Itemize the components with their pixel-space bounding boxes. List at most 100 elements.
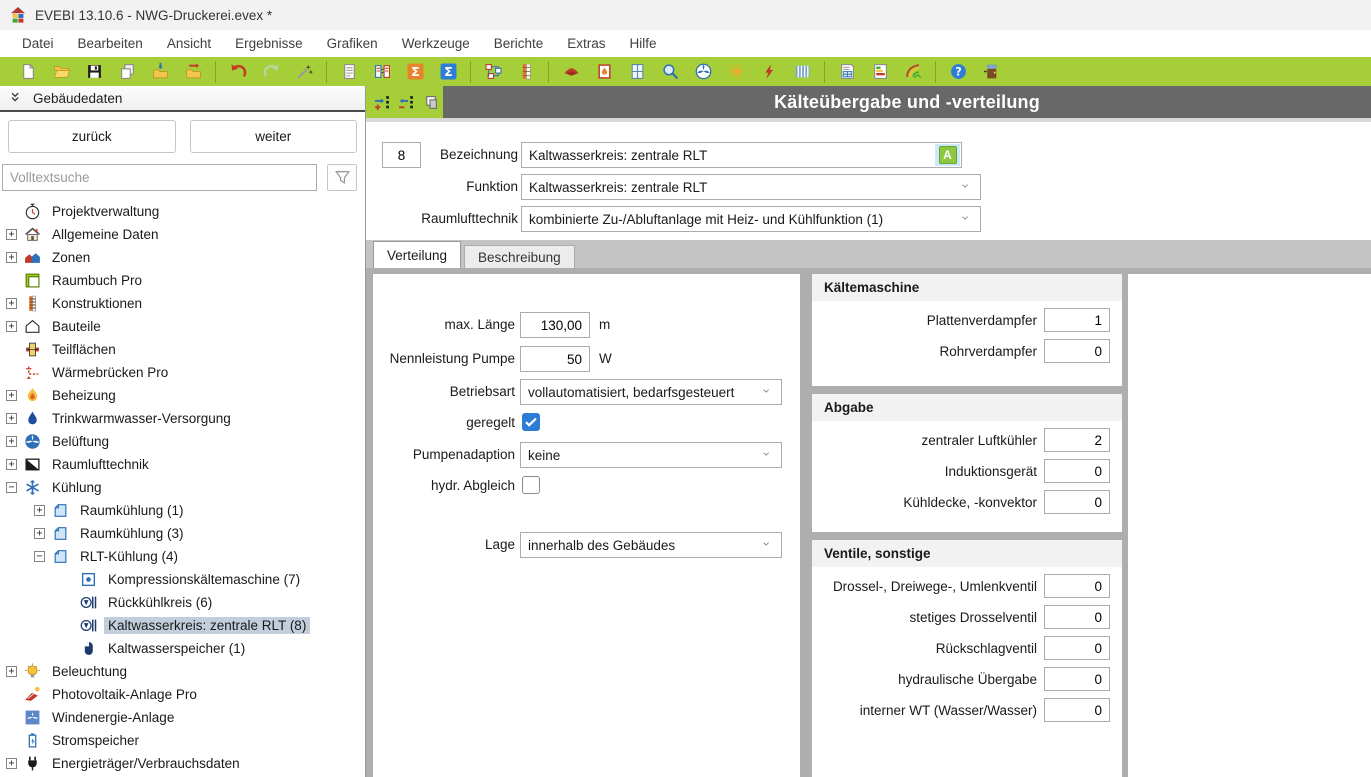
count-input[interactable]: [1044, 490, 1110, 514]
tree-item[interactable]: Raumbuch Pro: [0, 269, 365, 292]
save-button[interactable]: [82, 60, 106, 83]
tree-item[interactable]: Kaltwasserkreis: zentrale RLT (8): [0, 614, 365, 637]
roof-button[interactable]: [559, 60, 583, 83]
pumpenadaption-select[interactable]: keine: [520, 442, 782, 468]
geregelt-checkbox[interactable]: [522, 413, 540, 431]
expand-icon[interactable]: +: [6, 252, 17, 263]
tree-item[interactable]: +Beheizung: [0, 384, 365, 407]
window-button[interactable]: [625, 60, 649, 83]
menu-item[interactable]: Ansicht: [155, 32, 223, 55]
shading-button[interactable]: [790, 60, 814, 83]
lightning-button[interactable]: [757, 60, 781, 83]
wall-section-button[interactable]: [514, 60, 538, 83]
menu-item[interactable]: Hilfe: [618, 32, 669, 55]
tab-beschreibung[interactable]: Beschreibung: [464, 245, 575, 268]
copy-button[interactable]: [115, 60, 139, 83]
remove-record-button[interactable]: [396, 92, 416, 112]
new-file-button[interactable]: [16, 60, 40, 83]
sigma-orange-button[interactable]: Σ: [403, 60, 427, 83]
back-button[interactable]: zurück: [8, 120, 176, 153]
fulltext-search-input[interactable]: [2, 164, 317, 191]
count-input[interactable]: [1044, 667, 1110, 691]
tree-item[interactable]: +Energieträger/Verbrauchsdaten: [0, 752, 365, 775]
menu-item[interactable]: Bearbeiten: [66, 32, 155, 55]
expand-icon[interactable]: +: [6, 666, 17, 677]
next-button[interactable]: weiter: [190, 120, 358, 153]
tree-item[interactable]: +Raumkühlung (3): [0, 522, 365, 545]
doc-text-button[interactable]: [337, 60, 361, 83]
count-input[interactable]: [1044, 574, 1110, 598]
collapse-icon[interactable]: −: [34, 551, 45, 562]
menu-item[interactable]: Grafiken: [315, 32, 390, 55]
max-laenge-input[interactable]: [520, 312, 590, 338]
tree-item[interactable]: Photovoltaik-Anlage Pro: [0, 683, 365, 706]
tree-item[interactable]: Windenergie-Anlage: [0, 706, 365, 729]
auto-name-button[interactable]: A: [939, 146, 957, 164]
expand-icon[interactable]: +: [6, 758, 17, 769]
tree-item[interactable]: −Kühlung: [0, 476, 365, 499]
count-input[interactable]: [1044, 308, 1110, 332]
tree-item[interactable]: +Raumlufttechnik: [0, 453, 365, 476]
tree-item[interactable]: +Zonen: [0, 246, 365, 269]
expand-icon[interactable]: +: [6, 321, 17, 332]
tree-item[interactable]: Kaltwasserspeicher (1): [0, 637, 365, 660]
nennleistung-input[interactable]: [520, 346, 590, 372]
tree-item[interactable]: +Bauteile: [0, 315, 365, 338]
report-button[interactable]: [835, 60, 859, 83]
flowchart-button[interactable]: [481, 60, 505, 83]
hydr-abgleich-checkbox[interactable]: [522, 476, 540, 494]
tree-item[interactable]: Rückkühlkreis (6): [0, 591, 365, 614]
tab-verteilung[interactable]: Verteilung: [373, 241, 461, 268]
count-input[interactable]: [1044, 605, 1110, 629]
energy-house-button[interactable]: [901, 60, 925, 83]
expand-icon[interactable]: +: [6, 229, 17, 240]
filter-button[interactable]: [327, 164, 357, 191]
tree-item[interactable]: +Allgemeine Daten: [0, 223, 365, 246]
tree-item[interactable]: Wärmebrücken Pro: [0, 361, 365, 384]
exit-button[interactable]: [979, 60, 1003, 83]
sun-button[interactable]: [724, 60, 748, 83]
add-record-button[interactable]: [372, 92, 392, 112]
fan-tool-button[interactable]: [691, 60, 715, 83]
expand-icon[interactable]: +: [6, 413, 17, 424]
collapse-icon[interactable]: −: [6, 482, 17, 493]
tree-item[interactable]: +Beleuchtung: [0, 660, 365, 683]
expand-icon[interactable]: +: [6, 390, 17, 401]
expand-icon[interactable]: +: [6, 436, 17, 447]
expand-icon[interactable]: +: [34, 505, 45, 516]
tree-item[interactable]: +Konstruktionen: [0, 292, 365, 315]
energy-label-button[interactable]: [868, 60, 892, 83]
tree-item[interactable]: +Belüftung: [0, 430, 365, 453]
tree-item[interactable]: −RLT-Kühlung (4): [0, 545, 365, 568]
menu-item[interactable]: Datei: [10, 32, 66, 55]
tree-item[interactable]: Projektverwaltung: [0, 200, 365, 223]
wand-button[interactable]: [292, 60, 316, 83]
undo-button[interactable]: [226, 60, 250, 83]
count-input[interactable]: [1044, 339, 1110, 363]
count-input[interactable]: [1044, 428, 1110, 452]
tree-item[interactable]: Stromspeicher: [0, 729, 365, 752]
expand-icon[interactable]: +: [34, 528, 45, 539]
count-input[interactable]: [1044, 459, 1110, 483]
menu-item[interactable]: Berichte: [482, 32, 556, 55]
boiler-button[interactable]: [592, 60, 616, 83]
tree-item[interactable]: +Trinkwarmwasser-Versorgung: [0, 407, 365, 430]
menu-item[interactable]: Ergebnisse: [223, 32, 315, 55]
help-button[interactable]: ?: [946, 60, 970, 83]
magnifier-button[interactable]: [658, 60, 682, 83]
import-button[interactable]: [148, 60, 172, 83]
bezeichnung-input[interactable]: [522, 143, 961, 167]
tree-item[interactable]: Teilflächen: [0, 338, 365, 361]
copy-record-button[interactable]: [420, 92, 440, 112]
doc-compare-button[interactable]: [370, 60, 394, 83]
raumlufttechnik-select[interactable]: kombinierte Zu-/Abluftanlage mit Heiz- u…: [521, 206, 981, 232]
count-input[interactable]: [1044, 698, 1110, 722]
collapse-chevrons-icon[interactable]: [9, 91, 23, 105]
expand-icon[interactable]: +: [6, 459, 17, 470]
menu-item[interactable]: Werkzeuge: [390, 32, 482, 55]
tree-item[interactable]: Kompressionskältemaschine (7): [0, 568, 365, 591]
sigma-blue-button[interactable]: Σ: [436, 60, 460, 83]
count-input[interactable]: [1044, 636, 1110, 660]
lage-select[interactable]: innerhalb des Gebäudes: [520, 532, 782, 558]
redo-button[interactable]: [259, 60, 283, 83]
